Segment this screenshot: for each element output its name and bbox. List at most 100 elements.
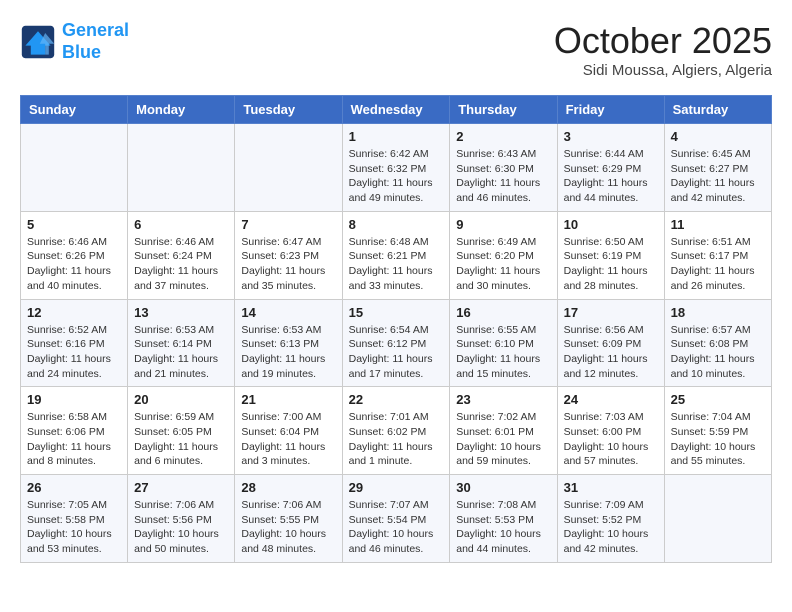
- calendar-cell: 8 Sunrise: 6:48 AM Sunset: 6:21 PM Daylig…: [342, 211, 450, 299]
- day-number: 9: [456, 217, 550, 232]
- day-info: Sunrise: 6:46 AM Sunset: 6:26 PM Dayligh…: [27, 235, 121, 294]
- calendar-cell: 29 Sunrise: 7:07 AM Sunset: 5:54 PM Dayli…: [342, 475, 450, 563]
- weekday-header: Tuesday: [235, 96, 342, 124]
- day-info: Sunrise: 7:07 AM Sunset: 5:54 PM Dayligh…: [349, 498, 444, 557]
- calendar-cell: 27Sunrise: 7:06 AM Sunset: 5:56 PM Dayli…: [128, 475, 235, 563]
- day-number: 10: [564, 217, 658, 232]
- day-info: Sunrise: 6:53 AM Sunset: 6:14 PM Dayligh…: [134, 323, 228, 382]
- weekday-header: Monday: [128, 96, 235, 124]
- day-number: 31: [564, 480, 658, 495]
- day-number: 23: [456, 392, 550, 407]
- day-info: Sunrise: 6:46 AM Sunset: 6:24 PM Dayligh…: [134, 235, 228, 294]
- weekday-header: Thursday: [450, 96, 557, 124]
- day-number: 2: [456, 129, 550, 144]
- calendar-cell: [664, 475, 771, 563]
- day-number: 1: [349, 129, 444, 144]
- calendar-cell: 4 Sunrise: 6:45 AM Sunset: 6:27 PM Daylig…: [664, 124, 771, 212]
- weekday-header: Saturday: [664, 96, 771, 124]
- calendar-cell: 7 Sunrise: 6:47 AM Sunset: 6:23 PM Daylig…: [235, 211, 342, 299]
- day-info: Sunrise: 7:04 AM Sunset: 5:59 PM Dayligh…: [671, 410, 765, 469]
- day-info: Sunrise: 6:53 AM Sunset: 6:13 PM Dayligh…: [241, 323, 335, 382]
- calendar-week-row: 5 Sunrise: 6:46 AM Sunset: 6:26 PM Daylig…: [21, 211, 772, 299]
- day-info: Sunrise: 6:48 AM Sunset: 6:21 PM Dayligh…: [349, 235, 444, 294]
- day-number: 21: [241, 392, 335, 407]
- day-info: Sunrise: 6:51 AM Sunset: 6:17 PM Dayligh…: [671, 235, 765, 294]
- day-info: Sunrise: 7:06 AM Sunset: 5:55 PM Dayligh…: [241, 498, 335, 557]
- day-number: 29: [349, 480, 444, 495]
- calendar-cell: [235, 124, 342, 212]
- calendar-cell: 18Sunrise: 6:57 AM Sunset: 6:08 PM Dayli…: [664, 299, 771, 387]
- calendar-week-row: 19Sunrise: 6:58 AM Sunset: 6:06 PM Dayli…: [21, 387, 772, 475]
- calendar-cell: 31 Sunrise: 7:09 AM Sunset: 5:52 PM Dayli…: [557, 475, 664, 563]
- calendar-cell: 10Sunrise: 6:50 AM Sunset: 6:19 PM Dayli…: [557, 211, 664, 299]
- day-info: Sunrise: 6:52 AM Sunset: 6:16 PM Dayligh…: [27, 323, 121, 382]
- calendar-cell: 12Sunrise: 6:52 AM Sunset: 6:16 PM Dayli…: [21, 299, 128, 387]
- calendar-cell: 17Sunrise: 6:56 AM Sunset: 6:09 PM Dayli…: [557, 299, 664, 387]
- day-number: 20: [134, 392, 228, 407]
- day-info: Sunrise: 6:44 AM Sunset: 6:29 PM Dayligh…: [564, 147, 658, 206]
- calendar-cell: 13Sunrise: 6:53 AM Sunset: 6:14 PM Dayli…: [128, 299, 235, 387]
- calendar-cell: 21 Sunrise: 7:00 AM Sunset: 6:04 PM Dayli…: [235, 387, 342, 475]
- calendar-cell: 24Sunrise: 7:03 AM Sunset: 6:00 PM Dayli…: [557, 387, 664, 475]
- calendar-cell: 28 Sunrise: 7:06 AM Sunset: 5:55 PM Dayli…: [235, 475, 342, 563]
- day-number: 5: [27, 217, 121, 232]
- day-number: 15: [349, 305, 444, 320]
- day-number: 30: [456, 480, 550, 495]
- calendar-cell: [21, 124, 128, 212]
- calendar-table: SundayMondayTuesdayWednesdayThursdayFrid…: [20, 95, 772, 563]
- calendar-cell: 26Sunrise: 7:05 AM Sunset: 5:58 PM Dayli…: [21, 475, 128, 563]
- day-number: 4: [671, 129, 765, 144]
- day-number: 8: [349, 217, 444, 232]
- day-info: Sunrise: 7:02 AM Sunset: 6:01 PM Dayligh…: [456, 410, 550, 469]
- day-number: 17: [564, 305, 658, 320]
- day-info: Sunrise: 6:55 AM Sunset: 6:10 PM Dayligh…: [456, 323, 550, 382]
- calendar-week-row: 26Sunrise: 7:05 AM Sunset: 5:58 PM Dayli…: [21, 475, 772, 563]
- day-number: 22: [349, 392, 444, 407]
- weekday-header: Friday: [557, 96, 664, 124]
- day-info: Sunrise: 6:54 AM Sunset: 6:12 PM Dayligh…: [349, 323, 444, 382]
- calendar-cell: 1Sunrise: 6:42 AM Sunset: 6:32 PM Daylig…: [342, 124, 450, 212]
- calendar-cell: 25 Sunrise: 7:04 AM Sunset: 5:59 PM Dayli…: [664, 387, 771, 475]
- calendar-cell: 30 Sunrise: 7:08 AM Sunset: 5:53 PM Dayli…: [450, 475, 557, 563]
- logo-text: General Blue: [62, 20, 129, 63]
- day-info: Sunrise: 7:09 AM Sunset: 5:52 PM Dayligh…: [564, 498, 658, 557]
- logo-icon: [20, 24, 56, 60]
- calendar-cell: 2 Sunrise: 6:43 AM Sunset: 6:30 PM Daylig…: [450, 124, 557, 212]
- calendar-cell: 6Sunrise: 6:46 AM Sunset: 6:24 PM Daylig…: [128, 211, 235, 299]
- calendar-week-row: 12Sunrise: 6:52 AM Sunset: 6:16 PM Dayli…: [21, 299, 772, 387]
- day-info: Sunrise: 6:59 AM Sunset: 6:05 PM Dayligh…: [134, 410, 228, 469]
- day-info: Sunrise: 6:43 AM Sunset: 6:30 PM Dayligh…: [456, 147, 550, 206]
- calendar-cell: 11Sunrise: 6:51 AM Sunset: 6:17 PM Dayli…: [664, 211, 771, 299]
- day-info: Sunrise: 7:01 AM Sunset: 6:02 PM Dayligh…: [349, 410, 444, 469]
- day-number: 19: [27, 392, 121, 407]
- day-number: 26: [27, 480, 121, 495]
- calendar-cell: 23 Sunrise: 7:02 AM Sunset: 6:01 PM Dayli…: [450, 387, 557, 475]
- day-info: Sunrise: 7:03 AM Sunset: 6:00 PM Dayligh…: [564, 410, 658, 469]
- calendar-week-row: 1Sunrise: 6:42 AM Sunset: 6:32 PM Daylig…: [21, 124, 772, 212]
- day-info: Sunrise: 6:47 AM Sunset: 6:23 PM Dayligh…: [241, 235, 335, 294]
- title-block: October 2025 Sidi Moussa, Algiers, Alger…: [554, 20, 772, 79]
- day-info: Sunrise: 7:06 AM Sunset: 5:56 PM Dayligh…: [134, 498, 228, 557]
- calendar-cell: 14Sunrise: 6:53 AM Sunset: 6:13 PM Dayli…: [235, 299, 342, 387]
- location-subtitle: Sidi Moussa, Algiers, Algeria: [554, 62, 772, 79]
- day-info: Sunrise: 7:08 AM Sunset: 5:53 PM Dayligh…: [456, 498, 550, 557]
- day-number: 7: [241, 217, 335, 232]
- calendar-cell: 15 Sunrise: 6:54 AM Sunset: 6:12 PM Dayli…: [342, 299, 450, 387]
- month-title: October 2025: [554, 20, 772, 62]
- weekday-header: Wednesday: [342, 96, 450, 124]
- day-number: 3: [564, 129, 658, 144]
- day-info: Sunrise: 6:45 AM Sunset: 6:27 PM Dayligh…: [671, 147, 765, 206]
- calendar-cell: 5 Sunrise: 6:46 AM Sunset: 6:26 PM Daylig…: [21, 211, 128, 299]
- calendar-cell: 9 Sunrise: 6:49 AM Sunset: 6:20 PM Daylig…: [450, 211, 557, 299]
- logo: General Blue: [20, 20, 129, 63]
- day-number: 25: [671, 392, 765, 407]
- day-info: Sunrise: 7:00 AM Sunset: 6:04 PM Dayligh…: [241, 410, 335, 469]
- day-info: Sunrise: 6:49 AM Sunset: 6:20 PM Dayligh…: [456, 235, 550, 294]
- page-header: General Blue October 2025 Sidi Moussa, A…: [20, 20, 772, 79]
- calendar-cell: 20 Sunrise: 6:59 AM Sunset: 6:05 PM Dayli…: [128, 387, 235, 475]
- calendar-cell: 3 Sunrise: 6:44 AM Sunset: 6:29 PM Daylig…: [557, 124, 664, 212]
- weekday-header: Sunday: [21, 96, 128, 124]
- day-number: 18: [671, 305, 765, 320]
- calendar-cell: 16Sunrise: 6:55 AM Sunset: 6:10 PM Dayli…: [450, 299, 557, 387]
- day-number: 28: [241, 480, 335, 495]
